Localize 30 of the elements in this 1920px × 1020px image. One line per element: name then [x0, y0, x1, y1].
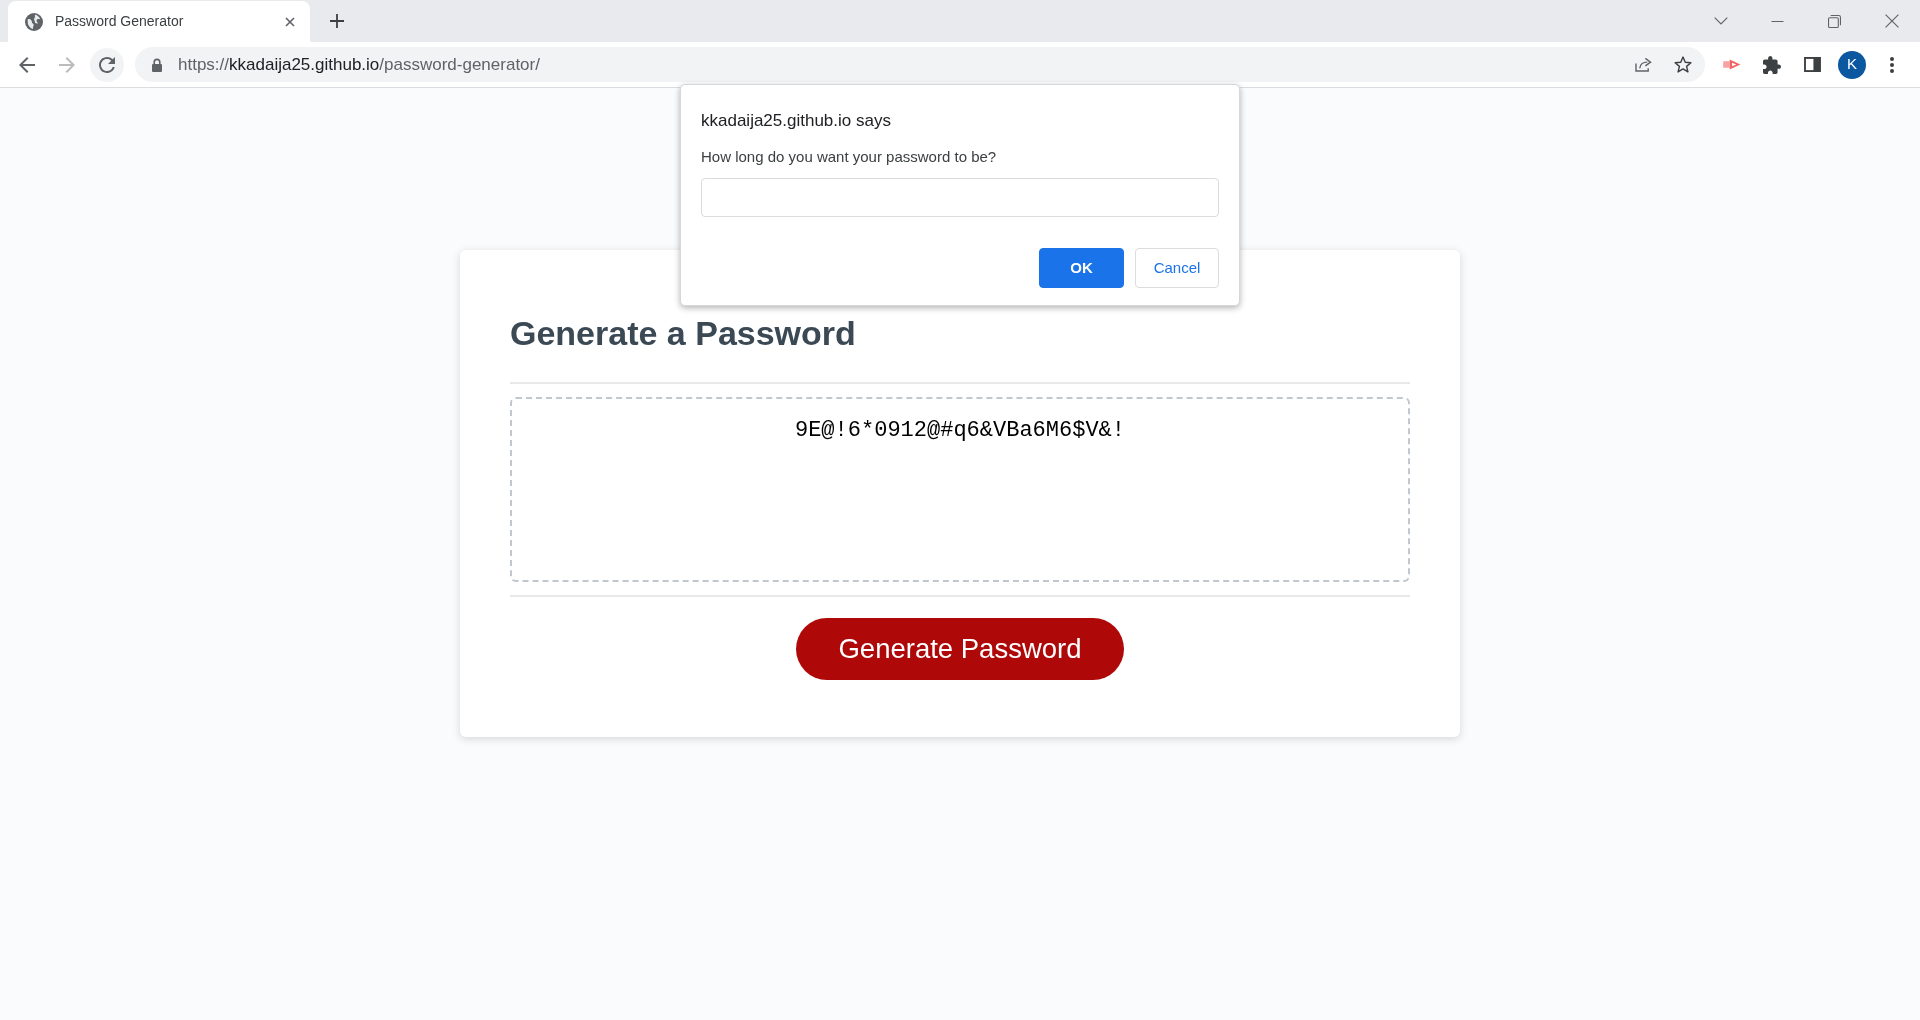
- address-bar[interactable]: https://kkadaija25.github.io/password-generator/: [135, 47, 1705, 82]
- reload-button[interactable]: [90, 47, 124, 82]
- dialog-message: How long do you want your password to be?: [701, 147, 998, 167]
- cancel-button[interactable]: Cancel: [1135, 248, 1219, 288]
- puzzle-icon: [1763, 55, 1781, 74]
- dialog-title: kkadaija25.github.io says: [701, 110, 892, 132]
- browser-tab[interactable]: Password Generator: [8, 1, 310, 42]
- kebab-menu-icon: [1890, 56, 1894, 73]
- ok-button[interactable]: OK: [1039, 248, 1124, 288]
- arrow-icon: [1722, 58, 1742, 71]
- back-arrow-icon: [19, 56, 35, 73]
- url-text: https://kkadaija25.github.io/password-generator/: [178, 53, 540, 76]
- password-field[interactable]: 9E@!6*0912@#q6&VBa6M6$V&!: [510, 397, 1410, 582]
- plus-icon: [330, 14, 344, 28]
- share-icon: [1634, 57, 1652, 72]
- generate-password-button[interactable]: Generate Password: [796, 618, 1124, 680]
- side-panel-icon: [1803, 57, 1821, 72]
- dialog-input-field[interactable]: [701, 178, 1219, 217]
- chevron-down-icon: [1713, 17, 1728, 25]
- close-icon: [1884, 14, 1899, 28]
- star-icon: [1674, 56, 1692, 73]
- restore-icon: [1828, 14, 1841, 28]
- minimize-icon: [1771, 20, 1784, 22]
- globe-icon: [25, 12, 43, 31]
- close-icon: [285, 16, 295, 27]
- reload-icon: [99, 56, 115, 73]
- lock-icon: [152, 57, 162, 72]
- profile-button[interactable]: K: [1838, 50, 1866, 79]
- page-heading: Generate a Password: [510, 313, 857, 354]
- forward-arrow-icon: [59, 56, 75, 73]
